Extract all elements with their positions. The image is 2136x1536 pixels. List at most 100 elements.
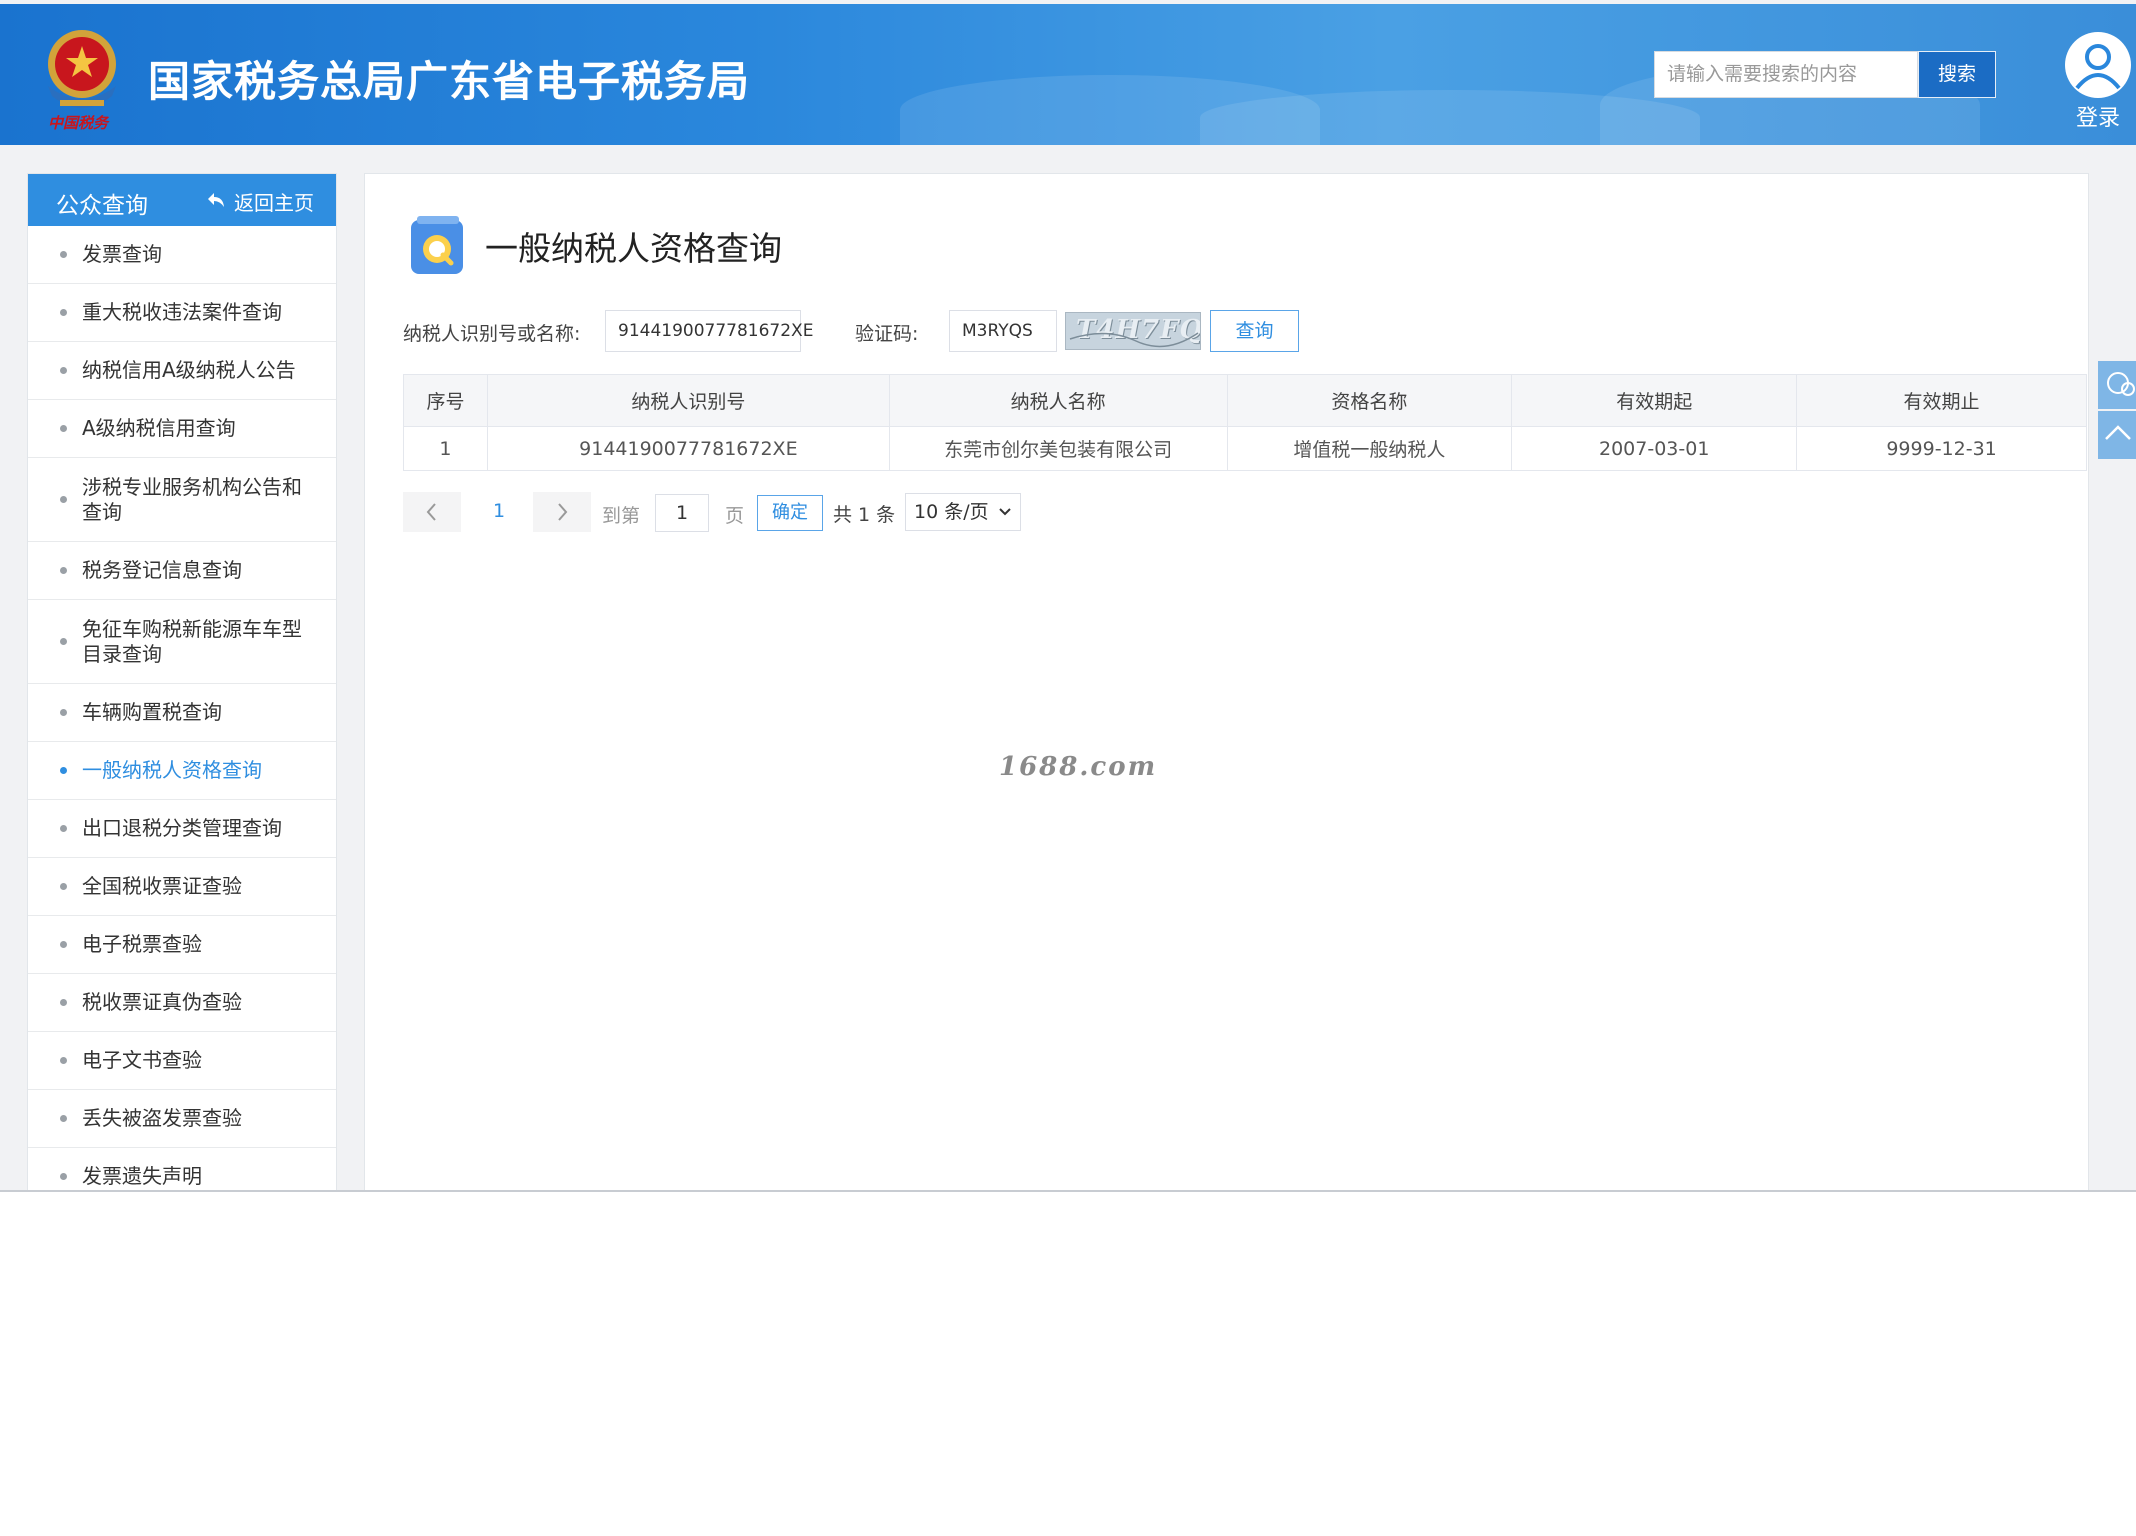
sidebar-item-label: 免征车购税新能源车车型目录查询 (82, 616, 302, 666)
back-to-top-button[interactable] (2098, 411, 2136, 459)
table-header-row: 序号 纳税人识别号 纳税人名称 资格名称 有效期起 有效期止 (403, 374, 2087, 427)
taxpayer-label: 纳税人识别号或名称: (403, 323, 581, 345)
bullet-icon (60, 1173, 67, 1180)
bullet-icon (60, 567, 67, 574)
sidebar-item[interactable]: 免征车购税新能源车车型目录查询 (28, 600, 336, 684)
column-header: 纳税人名称 (888, 374, 1228, 427)
sidebar-item[interactable]: 丢失被盗发票查验 (28, 1090, 336, 1148)
chevron-right-icon (555, 503, 569, 527)
chevron-up-icon (2098, 425, 2136, 463)
sidebar-item[interactable]: 发票遗失声明 (28, 1148, 336, 1190)
sidebar-item-label: A级纳税信用查询 (82, 416, 236, 440)
sidebar-item[interactable]: 电子文书查验 (28, 1032, 336, 1090)
bullet-icon (60, 251, 67, 258)
sidebar-item-label: 涉税专业服务机构公告和查询 (82, 474, 302, 524)
bullet-icon (60, 367, 67, 374)
page-size-select[interactable]: 10 条/页 (905, 493, 1021, 531)
site-header: 中国税务 国家税务总局广东省电子税务局 请输入需要搜索的内容 搜索 登录 (0, 4, 2136, 145)
bullet-icon (60, 709, 67, 716)
query-button[interactable]: 查询 (1210, 310, 1299, 352)
floating-toolbar (2098, 361, 2136, 461)
sidebar-item[interactable]: 纳税信用A级纳税人公告 (28, 342, 336, 400)
customer-service-button[interactable] (2098, 361, 2136, 409)
back-home-link[interactable]: 返回主页 (206, 187, 314, 216)
bullet-icon (60, 1115, 67, 1122)
captcha-image[interactable]: T4H7FQ (1065, 312, 1201, 350)
page-number[interactable]: 1 (493, 500, 505, 522)
sidebar-item-label: 车辆购置税查询 (82, 700, 222, 724)
search-input[interactable]: 请输入需要搜索的内容 (1654, 51, 1918, 98)
table-cell: 增值税一般纳税人 (1226, 426, 1513, 471)
bullet-icon (60, 638, 67, 645)
sidebar-item[interactable]: 车辆购置税查询 (28, 684, 336, 742)
sidebar-item[interactable]: 出口退税分类管理查询 (28, 800, 336, 858)
sidebar-item[interactable]: 一般纳税人资格查询 (28, 742, 336, 800)
bullet-icon (60, 883, 67, 890)
tax-emblem-logo: 中国税务 (38, 24, 126, 136)
table-cell: 1 (403, 426, 488, 471)
page-title: 一般纳税人资格查询 (485, 229, 782, 268)
sidebar-item-label: 电子文书查验 (82, 1048, 202, 1072)
bullet-icon (60, 999, 67, 1006)
sidebar-item[interactable]: 涉税专业服务机构公告和查询 (28, 458, 336, 542)
bullet-icon (60, 496, 67, 503)
page-unit-label: 页 (725, 505, 745, 527)
user-icon (2065, 32, 2131, 98)
sidebar-menu: 发票查询重大税收违法案件查询 纳税信用A级纳税人公告 A级纳税信用查询涉税专业服务机… (28, 226, 336, 1190)
sidebar-item[interactable]: 发票查询 (28, 226, 336, 284)
table-row: 1 9144190077781672XE 东莞市创尔美包装有限公司 增值税一般纳… (403, 426, 2087, 471)
pagination: 1 到第 1 页 确定 共 1 条 10 条/页 (403, 492, 1103, 532)
chevron-down-icon (998, 494, 1012, 542)
sidebar-item-label: 税收票证真伪查验 (82, 990, 242, 1014)
column-header: 资格名称 (1226, 374, 1513, 427)
query-page-icon (407, 216, 467, 276)
sidebar-item[interactable]: A级纳税信用查询 (28, 400, 336, 458)
goto-confirm-button[interactable]: 确定 (757, 495, 823, 531)
bullet-icon (60, 941, 67, 948)
sidebar-item-label: 重大税收违法案件查询 (82, 300, 282, 324)
total-count: 共 1 条 (833, 504, 896, 526)
column-header: 有效期止 (1796, 374, 2087, 427)
captcha-input[interactable]: M3RYQS (949, 310, 1057, 352)
column-header: 有效期起 (1511, 374, 1798, 427)
sidebar-item-label: 全国税收票证查验 (82, 874, 242, 898)
bullet-icon (60, 1057, 67, 1064)
sidebar: 公众查询 返回主页 发票查询重大税收违法案件查询 纳税信用A级纳税人公告 A级纳税信… (27, 173, 337, 1190)
sidebar-item[interactable]: 重大税收违法案件查询 (28, 284, 336, 342)
sidebar-item-label: 发票遗失声明 (82, 1164, 202, 1188)
goto-label: 到第 (602, 505, 641, 527)
prev-page-button[interactable] (403, 492, 461, 532)
emblem-text: 中国税务 (48, 114, 109, 132)
table-cell: 9144190077781672XE (486, 426, 890, 471)
bullet-icon (60, 825, 67, 832)
table-cell: 2007-03-01 (1511, 426, 1798, 471)
page-size-value: 10 条/页 (914, 501, 989, 523)
column-header: 序号 (403, 374, 488, 427)
sidebar-item[interactable]: 电子税票查验 (28, 916, 336, 974)
sidebar-item[interactable]: 税收票证真伪查验 (28, 974, 336, 1032)
login-button[interactable]: 登录 (2060, 32, 2136, 132)
bullet-icon (60, 309, 67, 316)
sidebar-item-label: 电子税票查验 (82, 932, 202, 956)
watermark: 1688.com (999, 752, 1158, 782)
sidebar-item-label: 税务登记信息查询 (82, 558, 242, 582)
bullet-icon (60, 425, 67, 432)
goto-page-input[interactable]: 1 (655, 494, 709, 532)
app-frame: 中国税务 国家税务总局广东省电子税务局 请输入需要搜索的内容 搜索 登录 公众查… (0, 0, 2136, 1192)
sidebar-item[interactable]: 全国税收票证查验 (28, 858, 336, 916)
taxpayer-id-input[interactable]: 9144190077781672XE (605, 310, 813, 352)
result-table: 序号 纳税人识别号 纳税人名称 资格名称 有效期起 有效期止 1 9144190… (403, 374, 2087, 471)
table-cell: 东莞市创尔美包装有限公司 (888, 426, 1228, 471)
sidebar-item-label: 丢失被盗发票查验 (82, 1106, 242, 1130)
sidebar-item-label: 出口退税分类管理查询 (82, 816, 282, 840)
back-arrow-icon (206, 190, 226, 214)
sidebar-header: 公众查询 返回主页 (28, 174, 336, 226)
next-page-button[interactable] (533, 492, 591, 532)
sidebar-item-label: 一般纳税人资格查询 (82, 758, 262, 782)
table-cell: 9999-12-31 (1796, 426, 2087, 471)
sidebar-item-label: 发票查询 (82, 242, 162, 266)
back-home-label: 返回主页 (234, 191, 314, 215)
search-button[interactable]: 搜索 (1918, 51, 1996, 98)
sidebar-item-label: 纳税信用A级纳税人公告 (82, 358, 296, 382)
sidebar-item[interactable]: 税务登记信息查询 (28, 542, 336, 600)
